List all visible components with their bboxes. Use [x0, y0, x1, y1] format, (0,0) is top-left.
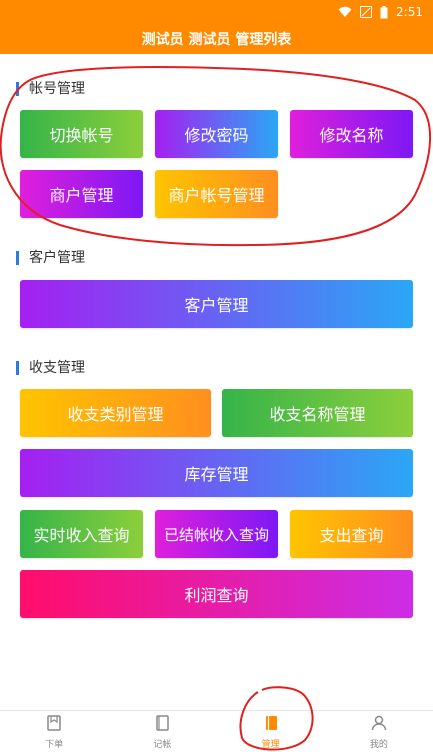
signal-icon [360, 6, 373, 18]
app-bar: 测试员 测试员 管理列表 [0, 24, 433, 54]
order-icon [45, 714, 63, 735]
customer-management-button[interactable]: 客户管理 [20, 280, 413, 328]
change-name-button[interactable]: 修改名称 [290, 110, 413, 158]
switch-account-button[interactable]: 切换帐号 [20, 110, 143, 158]
merchant-account-management-button[interactable]: 商户帐号管理 [155, 170, 278, 218]
section-title-finance: 收支管理 [16, 361, 85, 375]
wifi-icon [338, 6, 352, 18]
tab-label-order: 下单 [45, 739, 64, 750]
status-time: 2:51 [396, 5, 423, 19]
tab-manage[interactable]: 管理 [217, 711, 325, 752]
merchant-management-button[interactable]: 商户管理 [20, 170, 143, 218]
settled-income-query-button[interactable]: 已结帐收入查询 [155, 510, 278, 558]
manage-icon [262, 714, 280, 735]
status-bar: 2:51 [0, 0, 433, 24]
realtime-income-query-button[interactable]: 实时收入查询 [20, 510, 143, 558]
tab-label-bookkeeping: 记帐 [153, 739, 172, 750]
expense-query-button[interactable]: 支出查询 [290, 510, 413, 558]
bottom-tab-bar: 下单 记帐 管理 我的 [0, 710, 433, 752]
user-icon [370, 714, 388, 735]
tab-bookkeeping[interactable]: 记帐 [108, 711, 216, 752]
tab-label-mine: 我的 [369, 739, 388, 750]
notebook-icon [153, 714, 171, 735]
income-expense-category-button[interactable]: 收支类别管理 [20, 389, 211, 437]
income-expense-name-button[interactable]: 收支名称管理 [222, 389, 413, 437]
tab-order[interactable]: 下单 [0, 711, 108, 752]
tab-label-manage: 管理 [261, 739, 280, 750]
section-title-customer: 客户管理 [16, 251, 85, 265]
change-password-button[interactable]: 修改密码 [155, 110, 278, 158]
inventory-management-button[interactable]: 库存管理 [20, 449, 413, 497]
battery-icon [380, 5, 388, 19]
page-title: 测试员 测试员 管理列表 [141, 32, 292, 48]
profit-query-button[interactable]: 利润查询 [20, 570, 413, 618]
section-title-account: 帐号管理 [16, 82, 85, 96]
tab-mine[interactable]: 我的 [325, 711, 433, 752]
